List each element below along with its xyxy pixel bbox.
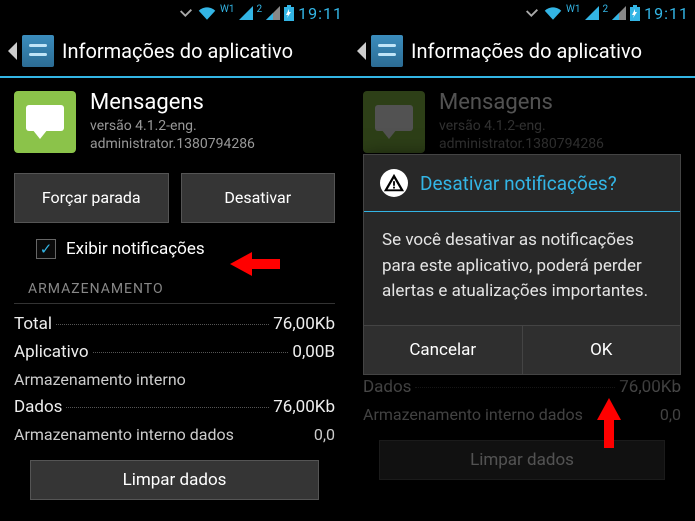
ok-button[interactable]: OK (522, 326, 681, 374)
back-button[interactable] (357, 35, 403, 67)
messaging-app-icon (14, 91, 76, 153)
wifi-icon (544, 6, 562, 20)
storage-row-internal: Armazenamento interno (0, 366, 349, 393)
battery-icon (630, 5, 640, 21)
signal-icon-2 (266, 6, 280, 20)
sim1-label: W1 (566, 4, 581, 15)
show-notifications-checkbox[interactable]: ✓ Exibir notificações (0, 235, 349, 267)
back-button[interactable] (8, 35, 54, 67)
sim2-label: 2 (603, 4, 609, 15)
messaging-app-icon (363, 91, 425, 153)
force-stop-button[interactable]: Forçar parada (14, 173, 169, 223)
wifi-icon (198, 6, 216, 20)
app-name: Mensagens (439, 90, 604, 115)
status-bar: W1 2 19:11 (349, 0, 695, 26)
checkbox-icon: ✓ (36, 239, 56, 259)
value: 76,00Kb (273, 397, 335, 417)
storage-row-internal-data: Armazenamento interno dados 0,0 (0, 421, 349, 448)
settings-icon (22, 35, 54, 67)
sim1-label: W1 (220, 4, 235, 15)
chevron-left-icon (357, 42, 367, 60)
warning-icon (380, 169, 408, 197)
storage-row-internal-data: Armazenamento interno dados 0,0 (349, 401, 695, 428)
dialog-title-text: Desativar notificações? (420, 172, 617, 195)
red-arrow-annotation (597, 398, 621, 420)
settings-icon (371, 35, 403, 67)
disable-notifications-dialog: Desativar notificações? Se você desativa… (363, 154, 681, 375)
signal-icon-1 (585, 6, 599, 20)
app-version-line1: versão 4.1.2-eng. (90, 117, 255, 135)
status-bar: W1 2 19:11 (0, 0, 349, 26)
screen-dialog: W1 2 19:11 Informações do aplicativo Men… (349, 0, 695, 521)
clock: 19:11 (298, 4, 343, 23)
label: Total (14, 314, 52, 334)
clock: 19:11 (644, 4, 689, 23)
signal-icon-2 (612, 6, 626, 20)
storage-row-app: Aplicativo 0,00B (0, 338, 349, 366)
chevron-left-icon (8, 42, 18, 60)
page-title: Informações do aplicativo (62, 39, 293, 63)
value: 0,0 (314, 425, 335, 444)
red-arrow-annotation (230, 252, 252, 276)
value: 0,00B (292, 342, 335, 362)
app-header: Mensagens versão 4.1.2-eng. administrato… (0, 78, 349, 165)
clear-data-button[interactable]: Limpar dados (30, 460, 319, 500)
storage-row-data: Dados 76,00Kb (349, 373, 695, 401)
storage-row-total: Total 76,00Kb (0, 310, 349, 338)
vibrate-icon (178, 5, 194, 21)
signal-icon-1 (239, 6, 253, 20)
label: Armazenamento interno dados (14, 425, 234, 444)
page-title: Informações do aplicativo (411, 39, 642, 63)
cancel-button[interactable]: Cancelar (364, 326, 522, 374)
app-version-line1: versão 4.1.2-eng. (439, 117, 604, 135)
action-bar: Informações do aplicativo (0, 26, 349, 78)
checkbox-label: Exibir notificações (66, 239, 205, 259)
app-version-line2: administrator.1380794286 (439, 135, 604, 153)
app-version-line2: administrator.1380794286 (90, 135, 255, 153)
label: Aplicativo (14, 342, 89, 362)
value: 76,00Kb (273, 314, 335, 334)
clear-data-button[interactable]: Limpar dados (379, 440, 665, 480)
battery-icon (284, 5, 294, 21)
storage-section-label: ARMAZENAMENTO (14, 267, 335, 304)
label: Dados (14, 397, 62, 417)
sim2-label: 2 (257, 4, 263, 15)
app-name: Mensagens (90, 90, 255, 115)
label: Armazenamento interno (14, 370, 186, 389)
dialog-body: Se você desativar as notificações para e… (364, 212, 680, 325)
disable-button[interactable]: Desativar (181, 173, 336, 223)
screen-app-info: W1 2 19:11 Informações do aplicativo Men… (0, 0, 349, 521)
action-bar: Informações do aplicativo (349, 26, 695, 78)
storage-row-data: Dados 76,00Kb (0, 393, 349, 421)
vibrate-icon (524, 5, 540, 21)
